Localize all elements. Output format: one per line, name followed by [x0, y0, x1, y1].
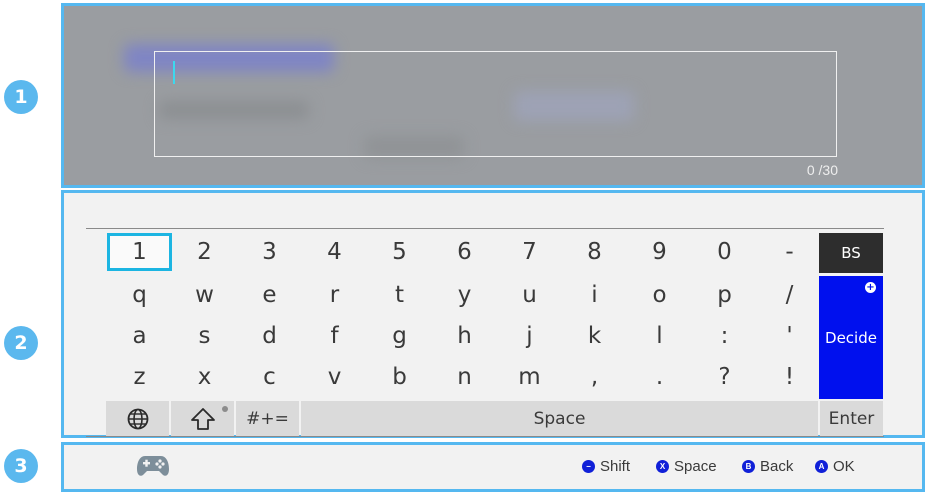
key-0-3[interactable]: 4 — [302, 233, 367, 271]
key-2-6[interactable]: j — [497, 317, 562, 355]
text-input-box[interactable] — [154, 51, 837, 157]
key-2-4[interactable]: g — [367, 317, 432, 355]
text-entry-area: 0 /30 — [61, 3, 925, 188]
key-2-5[interactable]: h — [432, 317, 497, 355]
key-1-5[interactable]: y — [432, 276, 497, 314]
key-1-9[interactable]: p — [692, 276, 757, 314]
key-3-4[interactable]: b — [367, 358, 432, 396]
minus-button-icon: − — [582, 460, 595, 473]
legend-shift-label: Shift — [600, 458, 631, 475]
key-1-10[interactable]: / — [757, 276, 822, 314]
key-3-9[interactable]: ? — [692, 358, 757, 396]
key-1-1[interactable]: w — [172, 276, 237, 314]
keyboard-row: 1234567890- — [107, 233, 822, 271]
keyboard-row: q w e r t y u i o p / — [107, 276, 822, 314]
key-3-3[interactable]: v — [302, 358, 367, 396]
enter-key[interactable]: Enter — [820, 401, 883, 436]
key-1-2[interactable]: e — [237, 276, 302, 314]
shift-indicator-dot — [222, 406, 228, 412]
key-3-1[interactable]: x — [172, 358, 237, 396]
backspace-key[interactable]: BS — [819, 233, 883, 273]
legend-shift: − Shift — [582, 458, 630, 475]
key-0-10[interactable]: - — [757, 233, 822, 271]
key-2-8[interactable]: l — [627, 317, 692, 355]
shift-arrow-icon — [190, 407, 215, 430]
key-3-10[interactable]: ! — [757, 358, 822, 396]
language-key[interactable] — [106, 401, 169, 436]
x-button-icon: X — [656, 460, 669, 473]
key-0-4[interactable]: 5 — [367, 233, 432, 271]
keyboard-row: a s d f g h j k l: ' — [107, 317, 822, 355]
callout-1: 1 — [4, 80, 38, 114]
legend-back-label: Back — [760, 458, 794, 475]
key-2-7[interactable]: k — [562, 317, 627, 355]
key-2-0[interactable]: a — [107, 317, 172, 355]
key-1-6[interactable]: u — [497, 276, 562, 314]
key-0-5[interactable]: 6 — [432, 233, 497, 271]
key-2-2[interactable]: d — [237, 317, 302, 355]
key-3-5[interactable]: n — [432, 358, 497, 396]
a-button-icon: A — [815, 460, 828, 473]
key-2-3[interactable]: f — [302, 317, 367, 355]
b-button-icon: B — [742, 460, 755, 473]
keyboard-top-divider — [86, 228, 884, 229]
software-keyboard: 1 2 3 4 5 6 7 8 9 0- q w e r t y u i o p / a s d f g h j k l: ' z x c v b n m… — [61, 190, 925, 438]
decide-label: Decide — [825, 328, 877, 347]
globe-icon — [127, 408, 148, 429]
keyboard-row: z x c v b n m,.?! — [107, 358, 822, 396]
key-0-1[interactable]: 2 — [172, 233, 237, 271]
controller-legend-bar: − Shift X Space B Back A OK — [61, 442, 925, 492]
key-3-2[interactable]: c — [237, 358, 302, 396]
key-1-8[interactable]: o — [627, 276, 692, 314]
keyboard-bottom-divider — [86, 436, 884, 437]
shift-key[interactable] — [171, 401, 234, 436]
key-2-9[interactable]: : — [692, 317, 757, 355]
key-2-10[interactable]: ' — [757, 317, 822, 355]
character-counter: 0 /30 — [806, 162, 838, 178]
decide-key[interactable]: Decide + — [819, 276, 883, 399]
space-key[interactable]: Space — [301, 401, 818, 436]
key-1-3[interactable]: r — [302, 276, 367, 314]
key-1-4[interactable]: t — [367, 276, 432, 314]
key-0-9[interactable]: 0 — [692, 233, 757, 271]
legend-ok: A OK — [815, 458, 855, 475]
key-3-0[interactable]: z — [107, 358, 172, 396]
key-0-0[interactable]: 1 — [107, 233, 172, 271]
key-2-1[interactable]: s — [172, 317, 237, 355]
key-3-7[interactable]: , — [562, 358, 627, 396]
key-0-6[interactable]: 7 — [497, 233, 562, 271]
legend-space-label: Space — [674, 458, 717, 475]
key-3-6[interactable]: m — [497, 358, 562, 396]
text-cursor — [173, 61, 175, 84]
plus-button-icon: + — [865, 282, 876, 293]
key-1-7[interactable]: i — [562, 276, 627, 314]
key-0-7[interactable]: 8 — [562, 233, 627, 271]
symbols-key[interactable]: #+= — [236, 401, 299, 436]
legend-back: B Back — [742, 458, 793, 475]
key-0-2[interactable]: 3 — [237, 233, 302, 271]
callout-3: 3 — [4, 449, 38, 483]
legend-ok-label: OK — [833, 458, 855, 475]
key-0-8[interactable]: 9 — [627, 233, 692, 271]
gamepad-icon — [136, 454, 170, 482]
key-1-0[interactable]: q — [107, 276, 172, 314]
key-3-8[interactable]: . — [627, 358, 692, 396]
legend-space: X Space — [656, 458, 717, 475]
callout-2: 2 — [4, 326, 38, 360]
